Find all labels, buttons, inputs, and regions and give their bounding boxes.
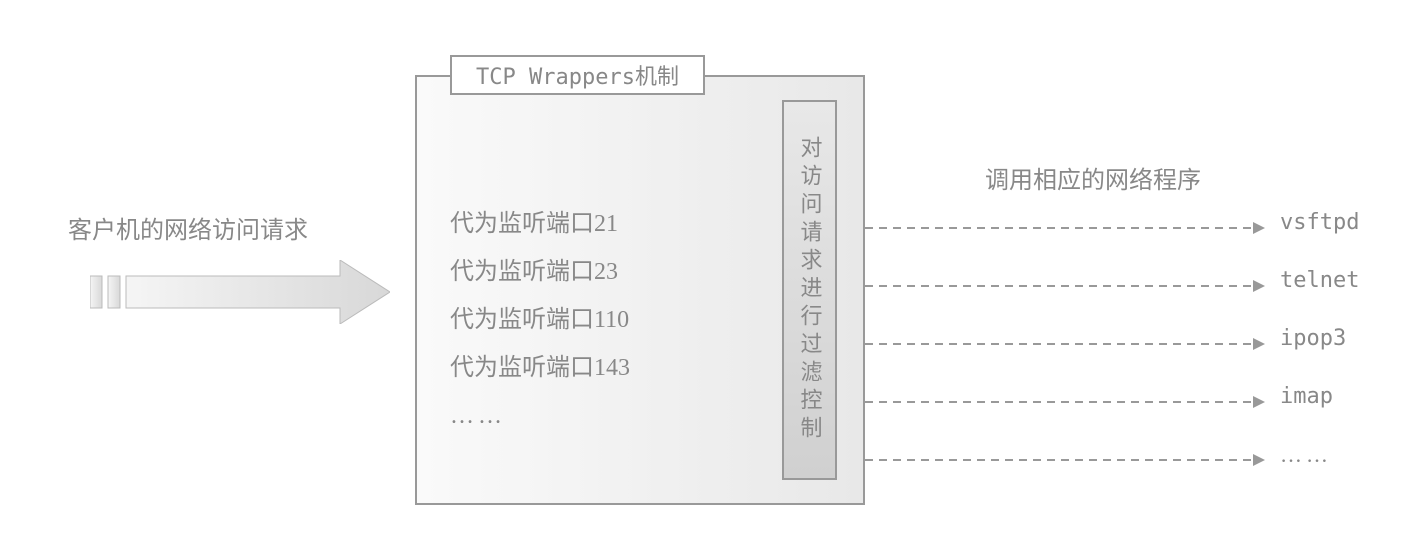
service-label: telnet <box>1280 268 1359 293</box>
filter-control-box: 对访问请求进行过滤控制 <box>782 100 837 480</box>
port-item: 代为监听端口110 <box>450 296 630 344</box>
arrow-line-icon <box>865 334 1265 354</box>
port-item: 代为监听端口143 <box>450 344 630 392</box>
service-label: ipop3 <box>1280 326 1346 351</box>
arrow-line-icon <box>865 450 1265 470</box>
title-box: TCP Wrappers机制 <box>450 55 705 95</box>
port-item: 代为监听端口23 <box>450 248 630 296</box>
invoke-program-label: 调用相应的网络程序 <box>985 160 1201 195</box>
arrow-line-icon <box>865 276 1265 296</box>
filter-text: 对访问请求进行过滤控制 <box>794 136 826 444</box>
port-item-ellipsis: …… <box>450 392 630 440</box>
title-text: TCP Wrappers机制 <box>476 59 679 91</box>
client-request-label: 客户机的网络访问请求 <box>68 210 308 245</box>
service-label: vsftpd <box>1280 210 1359 235</box>
port-item: 代为监听端口21 <box>450 200 630 248</box>
arrow-line-icon <box>865 392 1265 412</box>
service-label: imap <box>1280 384 1333 409</box>
arrow-line-icon <box>865 218 1265 238</box>
big-arrow-icon <box>90 260 390 324</box>
ports-list: 代为监听端口21 代为监听端口23 代为监听端口110 代为监听端口143 …… <box>450 200 630 440</box>
service-label-ellipsis: …… <box>1280 442 1332 468</box>
